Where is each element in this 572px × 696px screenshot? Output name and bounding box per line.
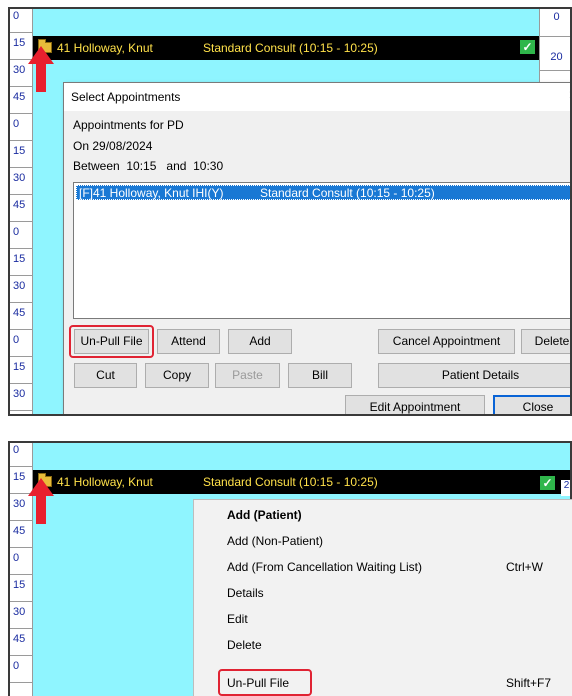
red-arrow-icon bbox=[28, 478, 54, 524]
list-item-name: [F]41 Holloway, Knut IHI(Y) bbox=[79, 186, 224, 200]
list-item-description: Standard Consult (10:15 - 10:25) bbox=[260, 186, 435, 200]
close-icon[interactable]: × bbox=[569, 87, 570, 105]
menu-item-delete[interactable]: Delete bbox=[195, 632, 571, 658]
red-arrow-icon bbox=[28, 46, 54, 92]
appointment-description: Standard Consult (10:15 - 10:25) bbox=[203, 475, 378, 489]
dialog-title: Select Appointments bbox=[71, 90, 181, 104]
time-slot[interactable]: 0 bbox=[10, 333, 32, 357]
adjacent-time-slot: 2 bbox=[561, 480, 570, 496]
dialog-titlebar[interactable]: Select Appointments × bbox=[64, 83, 570, 111]
time-slot[interactable]: 0 bbox=[10, 659, 32, 683]
appointment-patient-name: 41 Holloway, Knut bbox=[57, 41, 153, 55]
context-menu: Add (Patient) Add (Non-Patient) Add (Fro… bbox=[193, 499, 572, 696]
between-label: Between 10:15 and 10:30 bbox=[73, 159, 224, 173]
paste-button[interactable]: Paste bbox=[215, 363, 280, 388]
appointment-bar[interactable]: 41 Holloway, Knut Standard Consult (10:1… bbox=[33, 36, 539, 60]
time-slot[interactable]: 30 bbox=[10, 279, 32, 303]
time-slot[interactable]: 45 bbox=[10, 632, 32, 656]
patient-details-button[interactable]: Patient Details bbox=[378, 363, 570, 388]
time-slot[interactable]: 0 bbox=[10, 117, 32, 141]
time-slot[interactable]: 30 bbox=[10, 171, 32, 195]
time-slot[interactable]: 0 bbox=[10, 551, 32, 575]
menu-item-add-from-waiting-list[interactable]: Add (From Cancellation Waiting List) Ctr… bbox=[195, 554, 571, 580]
time-slot[interactable]: 0 bbox=[540, 9, 570, 37]
cut-button[interactable]: Cut bbox=[74, 363, 137, 388]
edit-appointment-button[interactable]: Edit Appointment bbox=[345, 395, 485, 414]
schedule-panel-top: 0 15 30 45 0 15 30 45 0 15 30 45 0 15 30… bbox=[8, 7, 572, 416]
time-slot[interactable]: 45 bbox=[10, 306, 32, 330]
appointments-listbox[interactable]: [F]41 Holloway, Knut IHI(Y) Standard Con… bbox=[73, 182, 570, 319]
time-slot[interactable]: 0 bbox=[10, 443, 32, 467]
appointment-patient-name: 41 Holloway, Knut bbox=[57, 475, 153, 489]
attend-button[interactable]: Attend bbox=[157, 329, 220, 354]
highlight-box bbox=[69, 325, 154, 358]
between-to: 10:30 bbox=[193, 159, 224, 173]
time-slot[interactable]: 0 bbox=[10, 225, 32, 249]
time-slot[interactable]: 20 bbox=[540, 37, 570, 71]
appointment-description: Standard Consult (10:15 - 10:25) bbox=[203, 41, 378, 55]
shortcut-text: Shift+F7 bbox=[506, 676, 552, 690]
appointment-bar[interactable]: 41 Holloway, Knut Standard Consult (10:1… bbox=[33, 470, 570, 496]
menu-item-add-non-patient[interactable]: Add (Non-Patient) bbox=[195, 528, 571, 554]
menu-item-add-patient[interactable]: Add (Patient) bbox=[195, 502, 571, 528]
shortcut-text: Ctrl+W bbox=[506, 560, 543, 574]
time-slot[interactable]: 45 bbox=[10, 524, 32, 548]
menu-item-details[interactable]: Details bbox=[195, 580, 571, 606]
highlight-box bbox=[218, 669, 312, 696]
select-appointments-dialog: Select Appointments × Appointments for P… bbox=[63, 82, 570, 414]
date-label: On 29/08/2024 bbox=[73, 139, 153, 153]
between-from: 10:15 bbox=[126, 159, 157, 173]
appointments-for-label: Appointments for PD bbox=[73, 118, 184, 132]
time-slot[interactable]: 15 bbox=[10, 144, 32, 168]
bill-button[interactable]: Bill bbox=[288, 363, 352, 388]
time-slot[interactable]: 45 bbox=[10, 90, 32, 114]
cancel-appointment-button[interactable]: Cancel Appointment bbox=[378, 329, 515, 354]
time-slot[interactable]: 45 bbox=[10, 198, 32, 222]
close-button[interactable]: Close bbox=[493, 395, 570, 414]
check-icon: ✓ bbox=[520, 40, 535, 54]
time-slot[interactable]: 15 bbox=[10, 360, 32, 384]
check-icon: ✓ bbox=[540, 476, 555, 490]
copy-button[interactable]: Copy bbox=[145, 363, 209, 388]
time-slot[interactable]: 15 bbox=[10, 252, 32, 276]
menu-item-edit[interactable]: Edit bbox=[195, 606, 571, 632]
time-slot[interactable]: 30 bbox=[10, 387, 32, 411]
time-slot[interactable]: 0 bbox=[10, 9, 32, 33]
time-slot[interactable]: 15 bbox=[10, 578, 32, 602]
list-item[interactable]: [F]41 Holloway, Knut IHI(Y) Standard Con… bbox=[76, 185, 570, 200]
time-slot[interactable]: 30 bbox=[10, 605, 32, 629]
add-button[interactable]: Add bbox=[228, 329, 292, 354]
delete-button[interactable]: Delete bbox=[521, 329, 570, 354]
